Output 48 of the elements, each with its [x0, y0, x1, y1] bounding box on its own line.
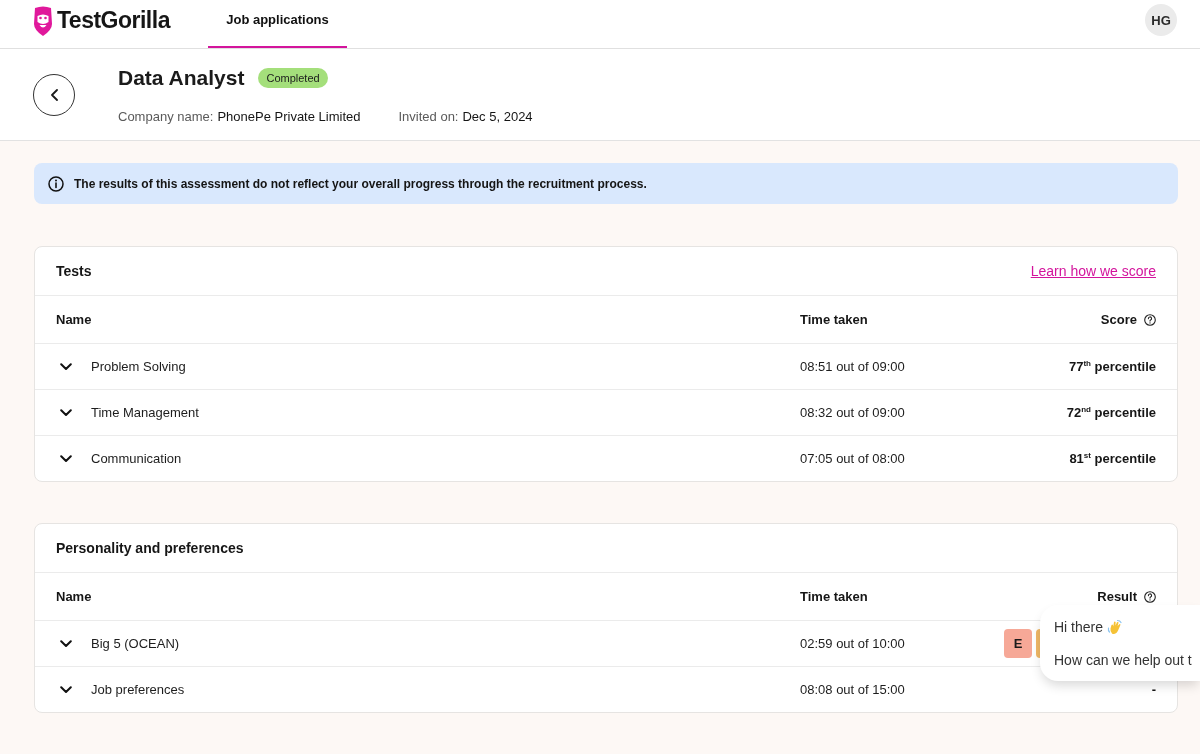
column-header: Time taken — [800, 312, 868, 327]
column-header: Time taken — [800, 589, 868, 604]
back-button[interactable] — [33, 73, 75, 116]
score-value: 77$^{th}$ percentile — [1068, 358, 1156, 375]
test-name: Communication — [91, 451, 182, 466]
info-icon — [48, 175, 64, 192]
chevron-down-icon[interactable] — [60, 454, 72, 463]
logo-wordmark: TestGorilla — [57, 7, 170, 34]
chevron-down-icon[interactable] — [60, 408, 72, 417]
score-value: 72$^{nd}$ percentile — [1066, 404, 1156, 421]
score-value: - — [1151, 682, 1156, 697]
help-icon[interactable] — [1144, 313, 1156, 326]
waving-hand-icon — [1107, 619, 1124, 635]
chevron-down-icon[interactable] — [60, 362, 72, 371]
chevron-down-icon[interactable] — [60, 639, 72, 648]
chat-greeting: Hi there — [1054, 619, 1104, 635]
chat-popup[interactable]: Hi there How can we help out t — [1040, 605, 1200, 681]
column-header: Result — [1097, 589, 1137, 604]
test-name: Time Management — [91, 405, 199, 420]
meta-value: Dec 5, 2024 — [462, 109, 533, 125]
section-title: Personality and preferences — [56, 540, 244, 556]
column-header: Name — [56, 312, 92, 327]
trait-tile: E — [1004, 629, 1032, 658]
time-taken: 08:32 out of 09:00 — [800, 405, 905, 420]
chat-prompt: How can we help out t — [1054, 652, 1192, 668]
column-header: Score — [1100, 312, 1137, 327]
meta-label: Invited on: — [398, 109, 459, 125]
notice-text: The results of this assessment do not reflect your overall progress through the recruitment process. — [74, 176, 647, 191]
help-icon[interactable] — [1144, 590, 1156, 603]
meta-label: Company name: — [118, 109, 214, 125]
chevron-left-icon — [50, 88, 58, 101]
meta-value: PhonePe Private Limited — [217, 109, 361, 125]
time-taken: 08:51 out of 09:00 — [800, 359, 905, 374]
score-value: 81$^{st}$ percentile — [1069, 450, 1156, 467]
test-name: Problem Solving — [91, 359, 186, 374]
column-header: Name — [56, 589, 92, 604]
gorilla-logo-icon — [33, 5, 53, 36]
time-taken: 08:08 out of 15:00 — [800, 682, 905, 697]
time-taken: 02:59 out of 10:00 — [800, 636, 905, 651]
status-badge: Completed — [258, 68, 328, 88]
section-title: Tests — [56, 263, 92, 279]
page-title: Data Analyst — [118, 66, 245, 90]
test-name: Big 5 (OCEAN) — [91, 636, 180, 651]
time-taken: 07:05 out of 08:00 — [800, 451, 905, 466]
chevron-down-icon[interactable] — [60, 685, 72, 694]
user-avatar[interactable]: HG — [1145, 4, 1177, 36]
learn-link[interactable]: Learn how we score — [1030, 263, 1156, 279]
test-name: Job preferences — [91, 682, 185, 697]
